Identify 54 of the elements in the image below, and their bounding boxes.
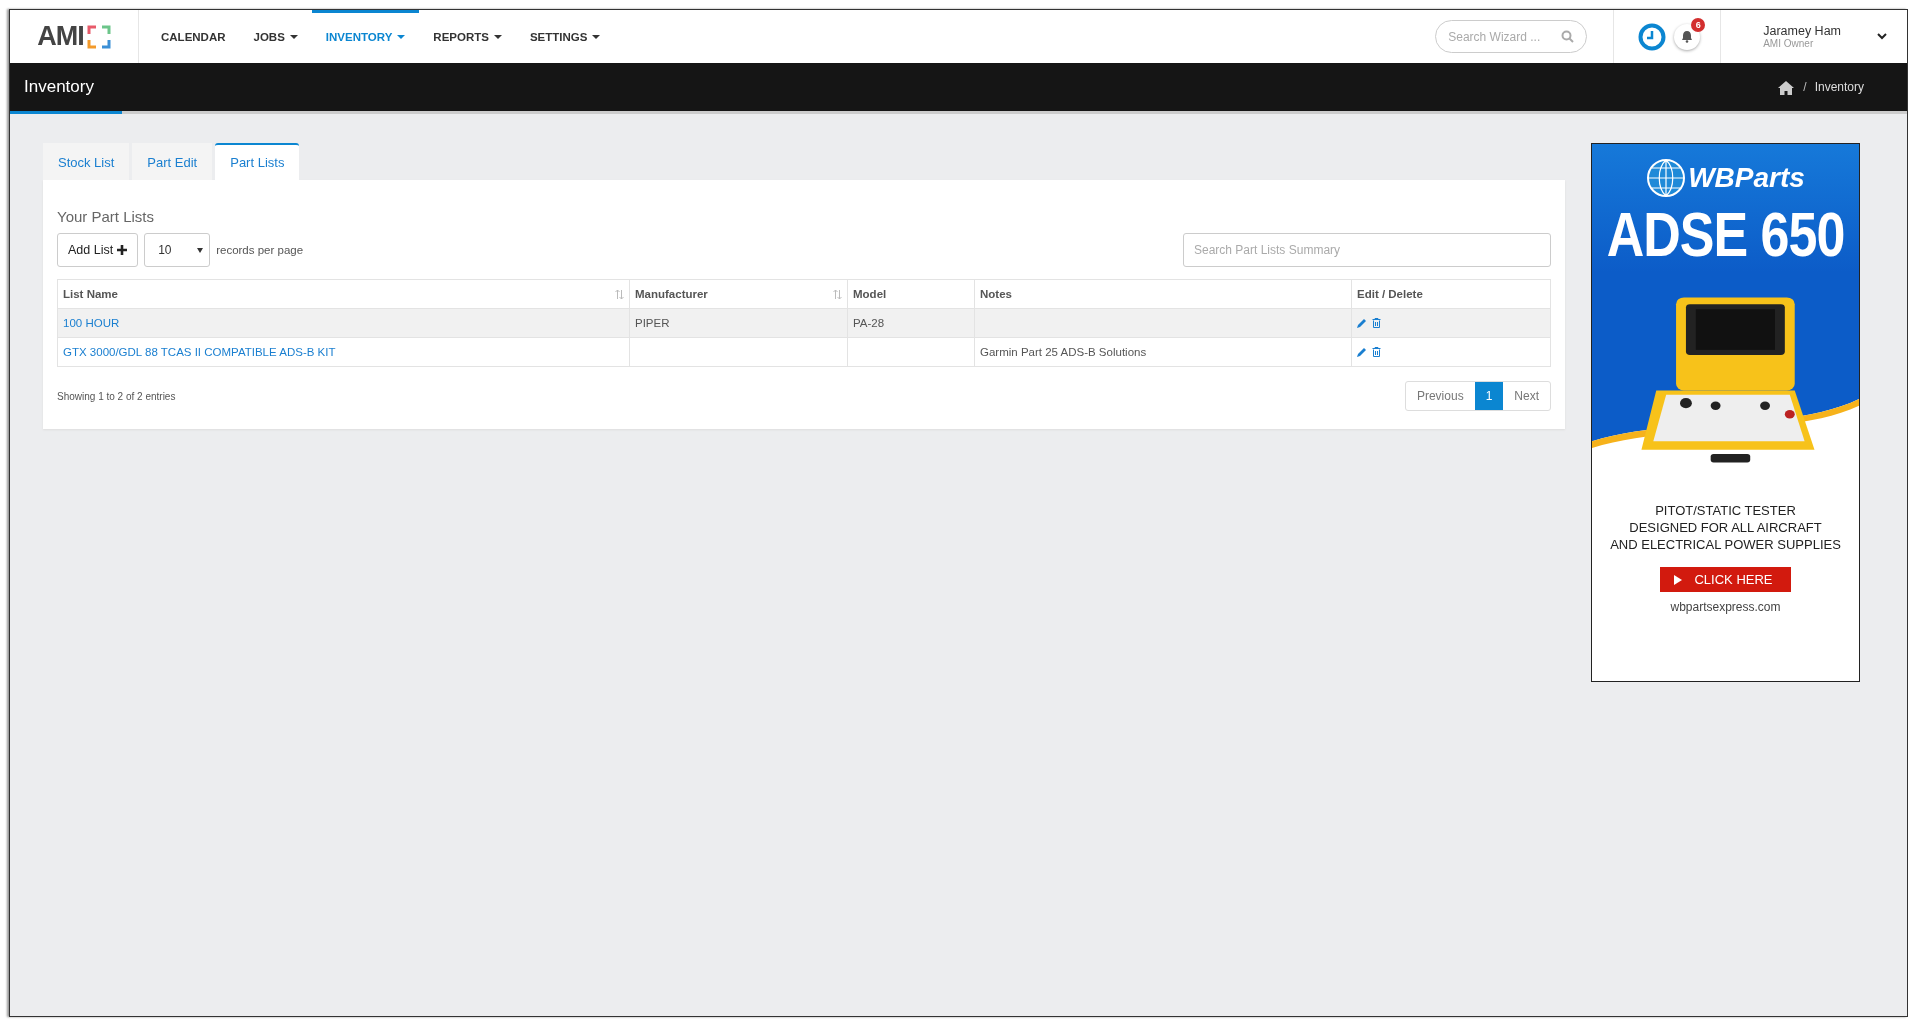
previous-button[interactable]: Previous xyxy=(1405,382,1475,410)
bell-icon xyxy=(1681,30,1694,43)
ad-tagline: AND ELECTRICAL POWER SUPPLIES xyxy=(1610,536,1841,553)
delete-icon[interactable] xyxy=(1372,318,1381,328)
nav-menu-item[interactable]: JOBS xyxy=(239,10,312,63)
click-here-button[interactable]: CLICK HERE xyxy=(1660,567,1791,592)
notification-badge: 6 xyxy=(1691,17,1706,32)
list-name-link[interactable]: 100 HOUR xyxy=(63,317,120,329)
ad-tagline: PITOT/STATIC TESTER xyxy=(1655,502,1796,519)
brand-logo-text: WBParts xyxy=(1688,162,1805,194)
ad-url: wbpartsexpress.com xyxy=(1670,599,1781,614)
play-icon xyxy=(1674,574,1683,585)
column-header[interactable]: Notes xyxy=(980,288,1012,300)
tab[interactable]: Part Lists xyxy=(215,143,300,180)
table-info: Showing 1 to 2 of 2 entries xyxy=(57,390,176,402)
table-cell: Garmin Part 25 ADS-B Solutions xyxy=(975,337,1352,366)
edit-icon[interactable] xyxy=(1357,318,1367,328)
column-header[interactable]: Model xyxy=(853,288,887,300)
edit-icon[interactable] xyxy=(1357,347,1367,357)
page-size-select[interactable]: 10 xyxy=(144,233,211,267)
nav-menu-item[interactable]: SETTINGS xyxy=(515,10,615,63)
home-icon[interactable] xyxy=(1777,79,1796,95)
delete-icon[interactable] xyxy=(1372,347,1381,357)
column-header[interactable]: Edit / Delete xyxy=(1357,288,1423,300)
breadcrumb-separator: / xyxy=(1803,80,1807,94)
search-icon xyxy=(1561,30,1575,43)
globe-icon xyxy=(1646,158,1687,198)
tab[interactable]: Stock List xyxy=(43,143,130,180)
table-cell: PIPER xyxy=(630,308,848,337)
chevron-down-icon[interactable] xyxy=(1877,33,1887,40)
records-per-page-label: records per page xyxy=(216,244,304,256)
ad-headline: ADSE 650 xyxy=(1606,198,1845,270)
column-header[interactable]: Manufacturer xyxy=(635,288,708,300)
ad-tagline: DESIGNED FOR ALL AIRCRAFT xyxy=(1629,519,1822,536)
tab[interactable]: Part Edit xyxy=(132,143,213,180)
page-button[interactable]: 1 xyxy=(1474,382,1504,410)
user-role: AMI Owner xyxy=(1763,38,1815,49)
breadcrumb-item[interactable]: Inventory xyxy=(1814,80,1864,94)
user-name: Jaramey Ham xyxy=(1763,24,1841,38)
list-name-link[interactable]: GTX 3000/GDL 88 TCAS II COMPATIBLE ADS-B KIT xyxy=(63,346,336,358)
column-header[interactable]: List Name xyxy=(63,288,118,300)
nav-menu-item[interactable]: REPORTS xyxy=(419,10,516,63)
clock-icon[interactable] xyxy=(1638,22,1667,51)
card-title: Your Part Lists xyxy=(57,208,155,225)
page-title: Inventory xyxy=(24,77,94,97)
logo[interactable]: AMI xyxy=(37,21,111,52)
search-field[interactable]: Search Part Lists Summary xyxy=(1183,233,1551,267)
add-list-button[interactable]: Add List xyxy=(57,233,139,267)
advertisement-banner[interactable]: WBParts ADSE 650 PITOT/STATIC TESTER DESIGNED FOR ALL AIRCRAFT AND ELECTRICAL POWER SUPPLIES CLICK HERE wbpartsexpress.com xyxy=(1591,143,1860,682)
plus-icon xyxy=(117,245,128,255)
search-field[interactable]: Search Wizard ... xyxy=(1435,20,1588,53)
nav-menu-item[interactable]: CALENDAR xyxy=(147,10,240,63)
next-button[interactable]: Next xyxy=(1503,382,1550,410)
table-cell: PA-28 xyxy=(848,308,975,337)
